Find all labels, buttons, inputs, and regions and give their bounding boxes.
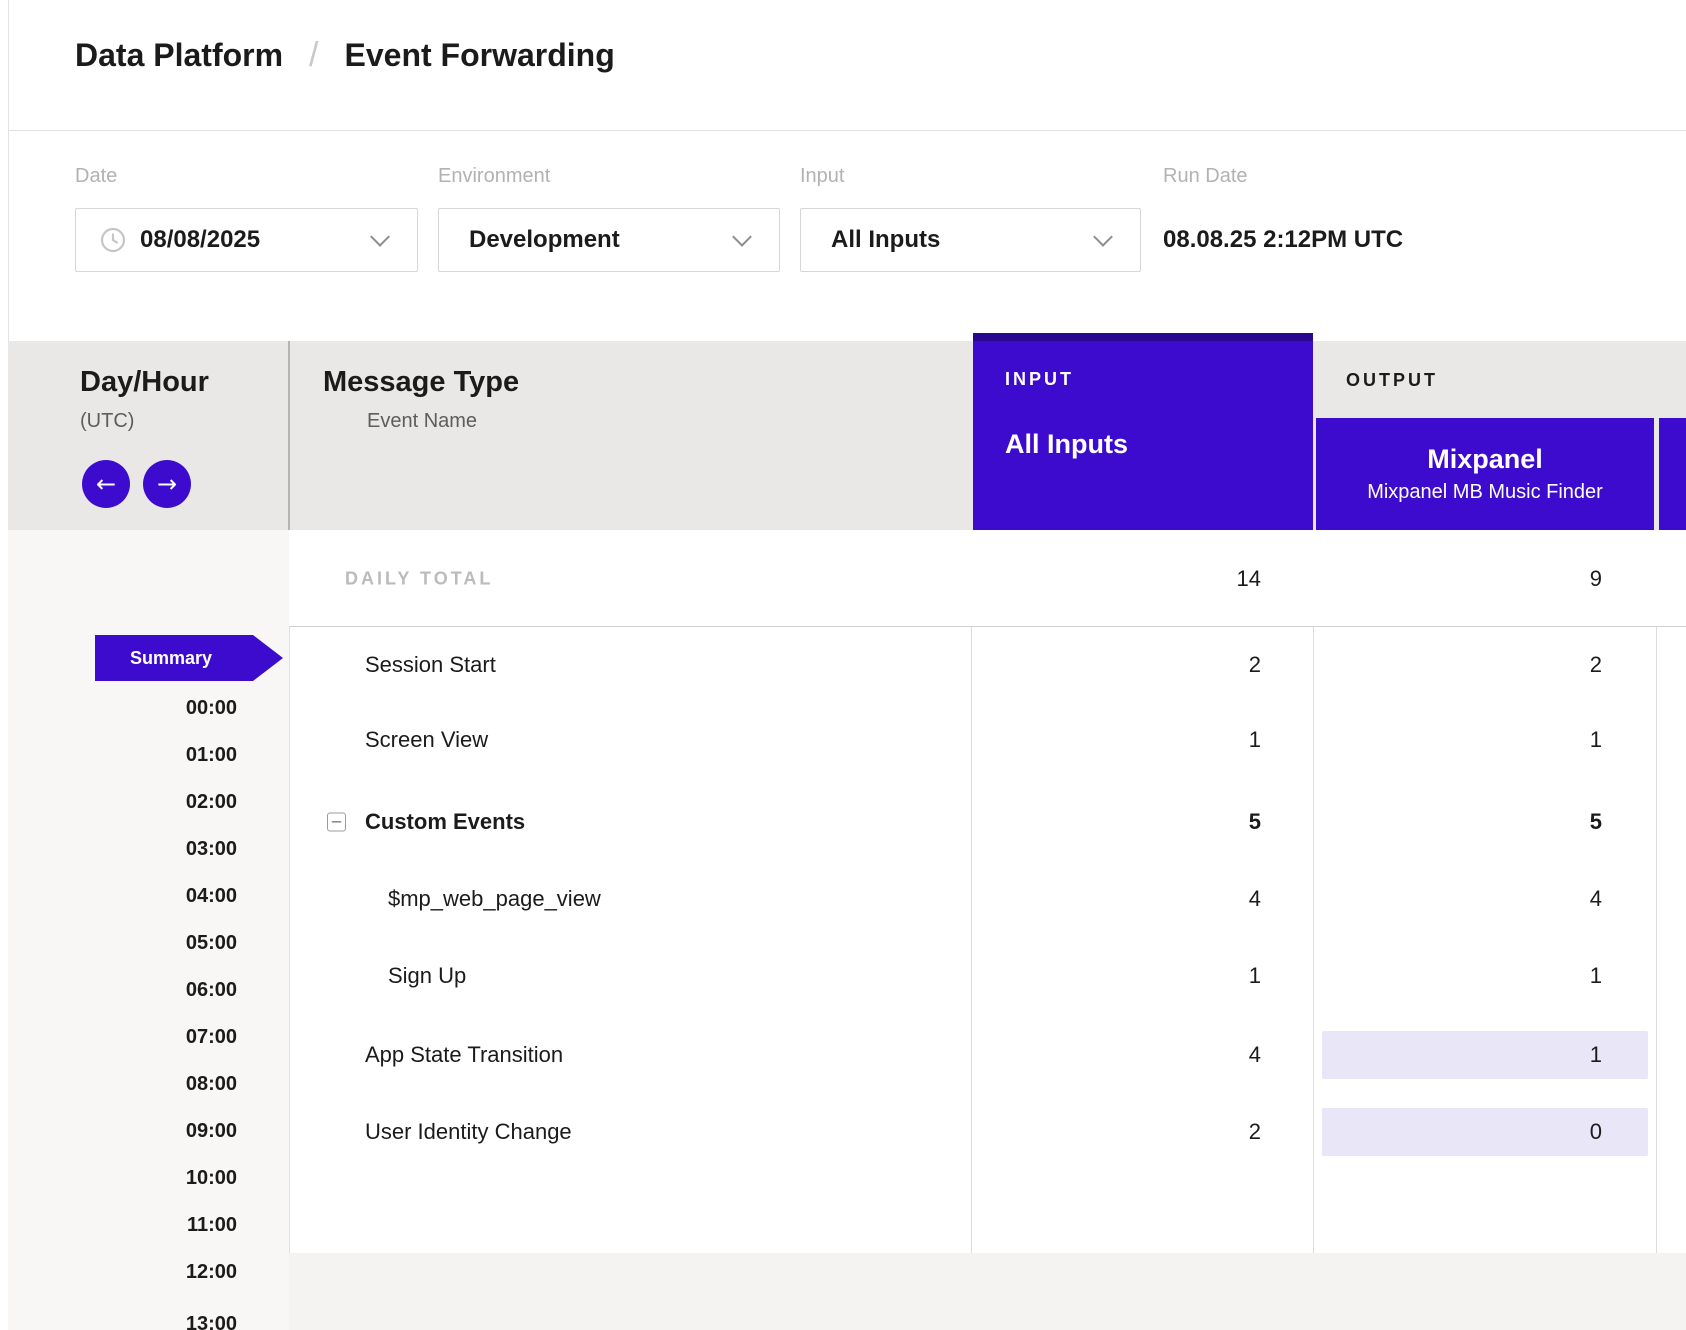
- collapse-row-button[interactable]: −: [327, 812, 346, 831]
- clock-icon: [100, 227, 126, 253]
- breadcrumb-separator-icon: /: [309, 36, 318, 75]
- row-output-value: 1: [1316, 963, 1602, 989]
- output-column-subtitle: Mixpanel MB Music Finder: [1316, 481, 1654, 504]
- environment-filter-label: Environment: [438, 165, 550, 188]
- row-output-value: 5: [1316, 809, 1602, 835]
- hour-rail: Summary 00:00 01:00 02:00 03:00 04:00 05…: [8, 530, 289, 1330]
- row-input-value: 4: [973, 1042, 1261, 1068]
- date-dropdown[interactable]: 08/08/2025: [75, 208, 418, 272]
- row-output-value: 2: [1316, 652, 1602, 678]
- event-name-subheader: Event Name: [367, 410, 477, 433]
- previous-day-button[interactable]: ←: [82, 460, 130, 508]
- daily-total-input-value: 14: [973, 566, 1261, 592]
- row-output-value: 1: [1316, 1042, 1602, 1068]
- event-forwarding-page: Data Platform / Event Forwarding Date En…: [0, 0, 1686, 1330]
- arrow-right-icon: →: [157, 470, 177, 498]
- hour-item-00[interactable]: 00:00: [186, 696, 237, 720]
- table-row-app-state-transition: App State Transition 4 1: [289, 1016, 1686, 1093]
- environment-dropdown-value: Development: [469, 226, 620, 254]
- date-filter-label: Date: [75, 165, 117, 188]
- hour-item-04[interactable]: 04:00: [186, 884, 237, 908]
- hour-item-08[interactable]: 08:00: [186, 1072, 237, 1096]
- row-label: $mp_web_page_view: [388, 886, 601, 912]
- input-section-label: INPUT: [1005, 369, 1074, 390]
- arrow-left-icon: ←: [96, 470, 116, 498]
- next-day-button[interactable]: →: [143, 460, 191, 508]
- input-filter-label: Input: [800, 165, 844, 188]
- chevron-down-icon: [1093, 227, 1113, 247]
- row-label: User Identity Change: [365, 1119, 572, 1145]
- row-output-value: 0: [1316, 1119, 1602, 1145]
- hour-item-06[interactable]: 06:00: [186, 978, 237, 1002]
- breadcrumb-page: Event Forwarding: [345, 37, 615, 74]
- row-input-value: 5: [973, 809, 1261, 835]
- hour-item-05[interactable]: 05:00: [186, 931, 237, 955]
- table-row-custom-events: − Custom Events 5 5: [289, 783, 1686, 860]
- hour-item-11[interactable]: 11:00: [187, 1213, 237, 1237]
- input-column-header[interactable]: INPUT All Inputs: [973, 333, 1313, 530]
- row-input-value: 2: [973, 1119, 1261, 1145]
- breadcrumb-section[interactable]: Data Platform: [75, 37, 283, 74]
- row-input-value: 1: [973, 727, 1261, 753]
- row-label: Session Start: [365, 652, 496, 678]
- hour-item-01[interactable]: 01:00: [186, 743, 237, 767]
- row-label: Sign Up: [388, 963, 466, 989]
- input-dropdown-value: All Inputs: [831, 226, 940, 254]
- row-input-value: 1: [973, 963, 1261, 989]
- summary-selector[interactable]: Summary: [95, 635, 283, 681]
- hour-item-03[interactable]: 03:00: [186, 837, 237, 861]
- date-dropdown-value: 08/08/2025: [140, 226, 260, 254]
- daily-total-output-value: 9: [1316, 566, 1602, 592]
- run-date-value: 08.08.25 2:12PM UTC: [1163, 226, 1403, 254]
- table-row-mp-web-page-view: $mp_web_page_view 4 4: [289, 860, 1686, 937]
- input-dropdown[interactable]: All Inputs: [800, 208, 1141, 272]
- row-input-value: 4: [973, 886, 1261, 912]
- hour-item-13[interactable]: 13:00: [186, 1312, 237, 1330]
- daily-total-label: DAILY TOTAL: [345, 568, 493, 589]
- table-row-sign-up: Sign Up 1 1: [289, 937, 1686, 1014]
- table-row-session-start: Session Start 2 2: [289, 626, 1686, 703]
- output-column-next-partial[interactable]: [1659, 418, 1686, 530]
- output-section-label: OUTPUT: [1346, 370, 1438, 391]
- daily-total-row: DAILY TOTAL 14 9: [289, 530, 1686, 627]
- row-label: Custom Events: [365, 809, 525, 835]
- chevron-down-icon: [732, 227, 752, 247]
- row-output-value: 1: [1316, 727, 1602, 753]
- run-date-label: Run Date: [1163, 165, 1248, 188]
- table-row-user-identity-change: User Identity Change 2 0: [289, 1093, 1686, 1170]
- input-column-name: All Inputs: [1005, 429, 1128, 460]
- environment-dropdown[interactable]: Development: [438, 208, 780, 272]
- row-input-value: 2: [973, 652, 1261, 678]
- row-label: App State Transition: [365, 1042, 563, 1068]
- table-footer-band: [289, 1253, 1686, 1330]
- minus-icon: −: [330, 814, 343, 829]
- output-column-name: Mixpanel: [1316, 444, 1654, 475]
- hour-item-07[interactable]: 07:00: [186, 1025, 237, 1049]
- day-hour-header: Day/Hour: [80, 366, 209, 399]
- hour-item-09[interactable]: 09:00: [186, 1119, 237, 1143]
- hour-item-12[interactable]: 12:00: [186, 1260, 237, 1284]
- breadcrumb: Data Platform / Event Forwarding: [75, 36, 615, 75]
- row-label: Screen View: [365, 727, 488, 753]
- summary-label: Summary: [130, 648, 212, 669]
- message-type-header: Message Type: [323, 366, 519, 399]
- topbar-divider: [8, 130, 1686, 131]
- chevron-down-icon: [370, 227, 390, 247]
- output-column-header[interactable]: Mixpanel Mixpanel MB Music Finder: [1316, 418, 1654, 530]
- header-column-divider: [288, 341, 290, 530]
- hour-item-10[interactable]: 10:00: [186, 1166, 237, 1190]
- day-hour-timezone: (UTC): [80, 410, 134, 433]
- table-row-screen-view: Screen View 1 1: [289, 701, 1686, 778]
- row-output-value: 4: [1316, 886, 1602, 912]
- hour-item-02[interactable]: 02:00: [186, 790, 237, 814]
